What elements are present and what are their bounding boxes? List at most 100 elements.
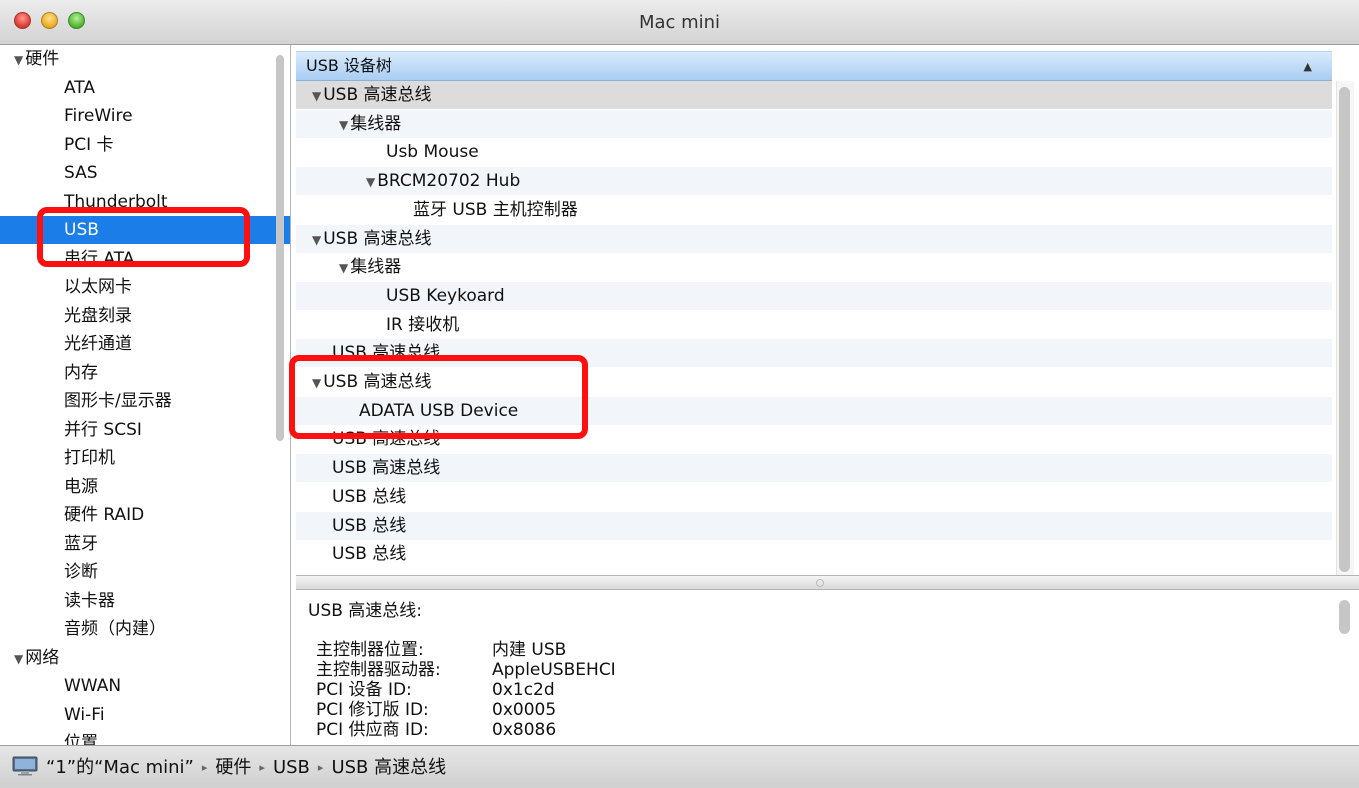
disclosure-triangle-icon[interactable]: ▼: [14, 645, 23, 673]
detail-title: USB 高速总线:: [308, 601, 423, 621]
tree-row-label: USB 总线: [332, 515, 407, 536]
sidebar-item[interactable]: 光盘刻录: [0, 302, 290, 330]
sidebar-item[interactable]: 读卡器: [0, 587, 290, 615]
sidebar-item[interactable]: Wi-Fi: [0, 701, 290, 729]
tree-row-label: 蓝牙 USB 主机控制器: [413, 199, 578, 220]
sidebar-item[interactable]: PCI 卡: [0, 131, 290, 159]
breadcrumb-item[interactable]: USB: [273, 757, 310, 778]
tree-row[interactable]: IR 接收机: [296, 311, 1332, 339]
sidebar-group[interactable]: ▼ 硬件: [0, 45, 286, 73]
sidebar-item[interactable]: 诊断: [0, 558, 290, 586]
breadcrumb: “1”的“Mac mini” ▸ 硬件 ▸ USB ▸ USB 高速总线: [46, 746, 446, 788]
tree-row-label: IR 接收机: [386, 314, 460, 335]
breadcrumb-item[interactable]: “1”的“Mac mini”: [46, 757, 194, 778]
sidebar-item[interactable]: SAS: [0, 159, 290, 187]
tree-column-header[interactable]: USB 设备树 ▲: [296, 51, 1332, 81]
sidebar-item[interactable]: 并行 SCSI: [0, 416, 290, 444]
disclosure-triangle-icon[interactable]: ▼: [339, 111, 348, 139]
sidebar-item[interactable]: 以太网卡: [0, 273, 290, 301]
breadcrumb-item[interactable]: 硬件: [215, 757, 251, 778]
detail-key: PCI 设备 ID:: [316, 680, 412, 700]
tree-row[interactable]: 蓝牙 USB 主机控制器: [296, 196, 1332, 224]
sidebar-item[interactable]: FireWire: [0, 102, 290, 130]
sidebar-group[interactable]: ▼ 网络: [0, 644, 286, 672]
sidebar-item[interactable]: 硬件 RAID: [0, 501, 290, 529]
sidebar-item-label: 诊断: [64, 562, 98, 582]
sidebar-item[interactable]: 图形卡/显示器: [0, 387, 290, 415]
tree-row-label: BRCM20702 Hub: [377, 171, 521, 192]
tree-row-content: USB 总线: [332, 516, 406, 536]
detail-field: 主控制器位置: 内建 USB: [316, 640, 566, 660]
breadcrumb-separator-icon: ▸: [317, 761, 324, 774]
detail-value: 内建 USB: [492, 640, 567, 660]
sidebar-item-label: 并行 SCSI: [64, 419, 142, 440]
tree-row[interactable]: ▼ 集线器: [296, 109, 1332, 138]
sidebar-item[interactable]: 电源: [0, 473, 290, 501]
title-bar[interactable]: Mac mini: [0, 0, 1359, 45]
tree-row-label: USB 总线: [332, 486, 407, 507]
disclosure-triangle-icon[interactable]: ▼: [312, 226, 321, 254]
sort-ascending-icon[interactable]: ▲: [1304, 60, 1312, 73]
disclosure-triangle-icon[interactable]: ▼: [14, 46, 23, 74]
sidebar-item[interactable]: 位置: [0, 729, 290, 745]
detail-key: PCI 供应商 ID:: [316, 720, 429, 740]
highlight-box-sidebar-usb: [37, 207, 250, 267]
detail-scrollbar[interactable]: [1339, 600, 1350, 634]
tree-row[interactable]: USB Keykoard: [296, 281, 1332, 310]
sidebar-item-label: 读卡器: [64, 590, 115, 611]
sidebar-item-label: FireWire: [64, 106, 133, 126]
tree-row[interactable]: USB 高速总线: [296, 454, 1332, 483]
disclosure-triangle-icon[interactable]: ▼: [366, 168, 375, 196]
sidebar-item-label: 内存: [64, 362, 98, 383]
tree-row-content: 蓝牙 USB 主机控制器: [413, 200, 578, 220]
detail-key: 主控制器驱动器:: [316, 660, 441, 680]
breadcrumb-separator-icon: ▸: [259, 761, 265, 774]
pane-splitter[interactable]: [296, 575, 1359, 590]
breadcrumb-item[interactable]: USB 高速总线: [331, 757, 446, 778]
tree-row[interactable]: ▼ 集线器: [296, 253, 1332, 281]
sidebar-item[interactable]: 打印机: [0, 444, 290, 472]
tree-row-content: USB Keykoard: [386, 286, 505, 306]
tree-row-content: ▼ 集线器: [339, 257, 401, 277]
tree-row-content: USB 总线: [332, 487, 406, 507]
tree-row-content: ▼ USB 高速总线: [312, 229, 432, 249]
tree-scrollbar[interactable]: [1339, 87, 1350, 572]
detail-field: PCI 修订版 ID: 0x0005: [316, 700, 556, 720]
tree-row-label: USB 总线: [332, 544, 407, 565]
detail-field: PCI 设备 ID: 0x1c2d: [316, 680, 555, 700]
sidebar-item-label: 网络: [25, 647, 60, 668]
sidebar-item[interactable]: 内存: [0, 359, 290, 387]
disclosure-triangle-icon[interactable]: ▼: [339, 254, 348, 282]
tree-row-label: 集线器: [350, 113, 402, 134]
sidebar-item-label: SAS: [64, 163, 98, 183]
detail-value: 0x1c2d: [492, 680, 555, 700]
tree-row[interactable]: USB 总线: [296, 483, 1332, 511]
sidebar-item-label: 电源: [64, 476, 98, 497]
tree-row[interactable]: ▼ USB 高速总线: [296, 81, 1332, 109]
detail-value: 0x8086: [492, 720, 557, 740]
tree-row[interactable]: USB 总线: [296, 511, 1332, 540]
sidebar-scrollbar[interactable]: [276, 55, 284, 441]
sidebar-item-label: 蓝牙: [64, 533, 98, 554]
tree-row[interactable]: USB 总线: [296, 540, 1332, 568]
tree-row-content: ▼ 集线器: [339, 114, 401, 134]
detail-field: PCI 供应商 ID: 0x8086: [316, 720, 556, 740]
sidebar-item-label: ATA: [64, 77, 96, 98]
tree-row[interactable]: ▼ BRCM20702 Hub: [296, 167, 1332, 196]
system-information-window: Mac mini 位置 Wi-Fi WWAN ▼ 网络 音频（内建） 读卡器 诊断 蓝牙 硬件 R…: [0, 0, 1359, 788]
tree-row-label: 集线器: [350, 257, 402, 278]
sidebar-item[interactable]: WWAN: [0, 672, 290, 700]
highlight-box-adata-device: [289, 355, 588, 439]
sidebar-item[interactable]: 光纤通道: [0, 330, 290, 358]
tree-row-content: ▼ USB 高速总线: [312, 85, 432, 105]
tree-row[interactable]: Usb Mouse: [296, 138, 1332, 166]
sidebar-item-label: 音频（内建）: [64, 619, 166, 639]
tree-row[interactable]: ▼ USB 高速总线: [296, 224, 1332, 253]
disclosure-triangle-icon[interactable]: ▼: [312, 82, 321, 110]
tree-row-label: USB Keykoard: [386, 285, 505, 306]
tree-row-label: USB 高速总线: [332, 458, 441, 479]
sidebar-item[interactable]: 蓝牙: [0, 530, 290, 558]
sidebar-item[interactable]: 音频（内建）: [0, 615, 290, 643]
sidebar-item[interactable]: ATA: [0, 74, 290, 102]
splitter-handle-icon[interactable]: [816, 579, 824, 587]
